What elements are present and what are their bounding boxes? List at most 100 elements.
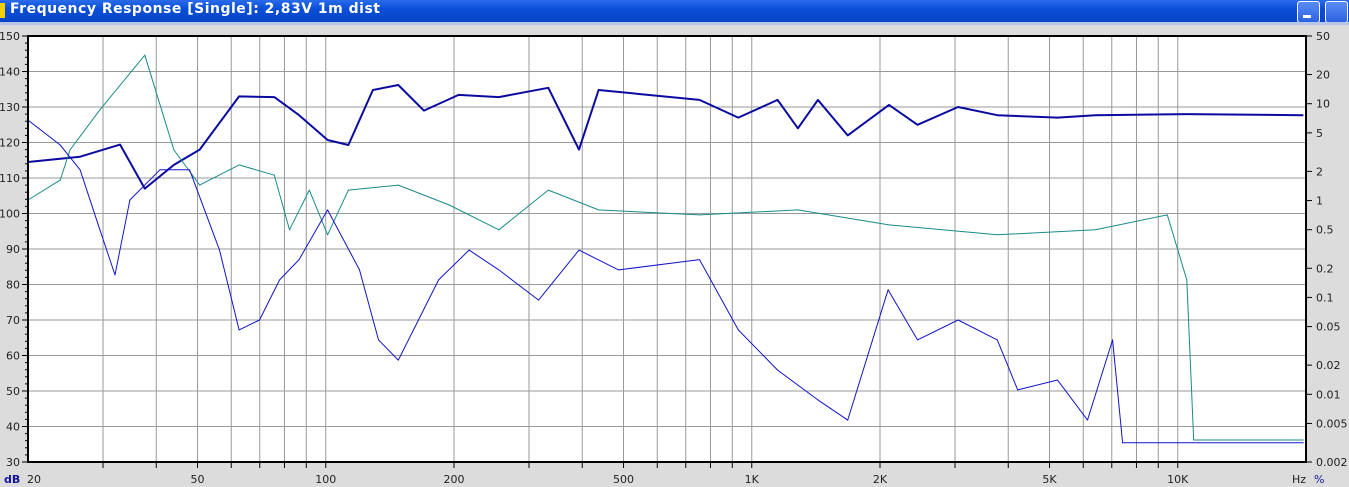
data-point [578,249,580,251]
data-point [458,94,460,96]
data-point [917,339,919,341]
data-point [199,184,201,186]
data-point [238,329,240,331]
data-point [119,144,121,146]
y2-tick-label: 10 [1316,98,1330,111]
data-point [59,179,61,181]
data-point [298,114,300,116]
y2-axis-unit: % [1314,473,1324,486]
data-point [173,164,175,166]
y2-tick-label: 5 [1316,127,1323,140]
y-tick-label: 90 [6,243,20,256]
x-tick-label: 200 [444,473,465,486]
data-point [737,117,739,119]
data-point [1166,214,1168,216]
data-point [144,188,146,190]
x-tick-label: 5K [1042,473,1057,486]
data-point [996,234,998,236]
data-point [538,299,540,301]
data-point [498,229,500,231]
data-point [1302,442,1304,444]
y-tick-label: 80 [6,279,20,292]
y-tick-label: 30 [6,456,20,469]
data-point [618,269,620,271]
y2-tick-label: 50 [1316,30,1330,43]
data-point [699,99,701,101]
data-point [347,189,349,191]
data-point [397,359,399,361]
data-point [358,269,360,271]
data-point [1122,442,1124,444]
data-point [547,87,549,89]
data-point [1186,113,1188,115]
data-point [996,339,998,341]
data-point [1056,117,1058,119]
data-point [144,54,146,56]
data-point [1094,229,1096,231]
data-point [887,289,889,291]
data-point [79,156,81,158]
y2-tick-label: 20 [1316,69,1330,82]
data-point [273,174,275,176]
y2-tick-label: 0.002 [1316,456,1348,469]
data-point [1094,114,1096,116]
data-point [99,229,101,231]
x-tick-label: 2K [873,473,888,486]
x-tick-label: 20 [27,473,41,486]
data-point [578,149,580,151]
data-point [69,149,71,151]
data-point [327,234,329,236]
data-point [996,114,998,116]
data-point [547,189,549,191]
y2-tick-label: 1 [1316,195,1323,208]
data-point [378,339,380,341]
data-point [372,89,374,91]
data-point [847,134,849,136]
data-point [699,259,701,261]
data-point [308,189,310,191]
data-point [59,144,61,146]
y-tick-label: 140 [0,66,20,79]
data-point [797,209,799,211]
y-tick-label: 40 [6,421,20,434]
data-point [1302,114,1304,116]
y2-tick-label: 0.01 [1316,388,1341,401]
data-point [1056,379,1058,381]
y2-tick-label: 2 [1316,165,1323,178]
data-point [498,269,500,271]
data-point [957,106,959,108]
data-point [173,149,175,151]
data-point [817,399,819,401]
x-tick-label: 100 [315,473,336,486]
x-tick-label: 50 [191,473,205,486]
y2-tick-label: 0.02 [1316,359,1341,372]
data-point [498,96,500,98]
frequency-response-chart: 30405060708090100110120130140150 50201052… [0,30,1348,486]
x-tick-label: 500 [613,473,634,486]
y2-tick-label: 0.005 [1316,417,1348,430]
data-point [397,84,399,86]
y2-tick-label: 0.1 [1316,291,1334,304]
data-point [957,319,959,321]
data-point [279,279,281,281]
data-point [79,169,81,171]
data-point [699,214,701,216]
y-tick-label: 150 [0,30,20,43]
data-point [114,274,116,276]
data-point [218,249,220,251]
y2-tick-label: 0.05 [1316,321,1341,334]
data-point [797,127,799,129]
data-point [1186,279,1188,281]
data-point [817,99,819,101]
data-point [327,209,329,211]
y-tick-label: 70 [6,314,20,327]
y2-tick-label: 0.5 [1316,224,1334,237]
data-point [288,229,290,231]
data-point [888,224,890,226]
y-axis-unit: dB [4,473,20,486]
data-point [129,199,131,201]
y-tick-label: 60 [6,350,20,363]
data-point [1087,419,1089,421]
data-point [1112,339,1114,341]
data-point [1017,389,1019,391]
